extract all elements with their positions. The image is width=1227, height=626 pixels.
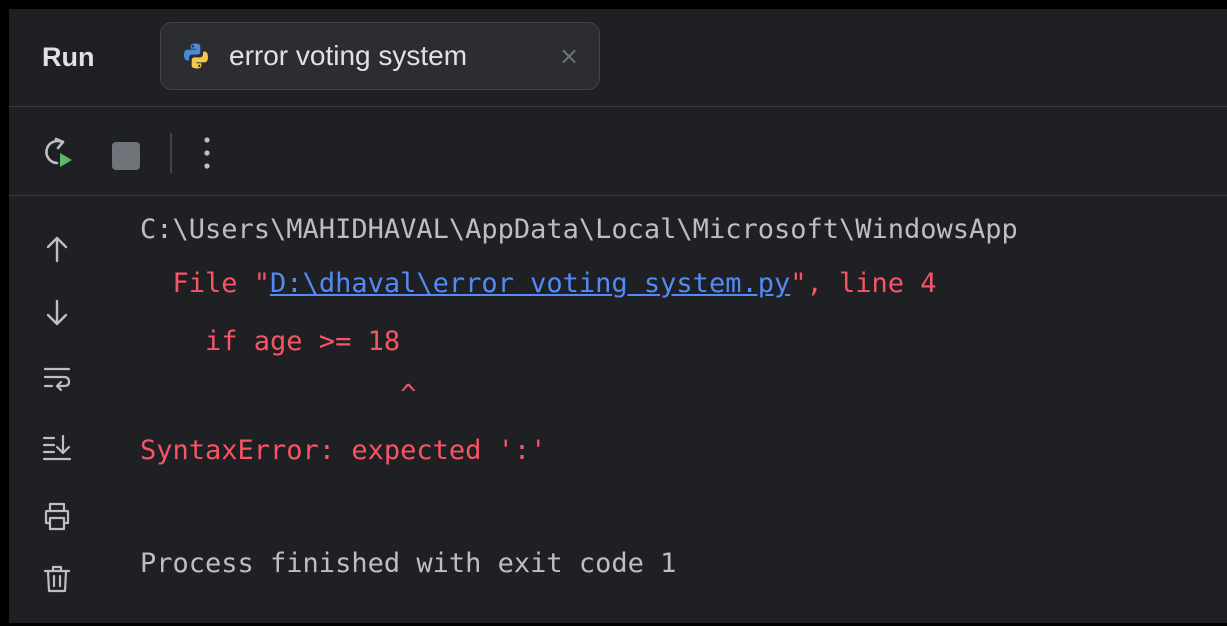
run-toolbar [9, 107, 1227, 196]
stop-icon[interactable] [112, 142, 140, 170]
console-output[interactable]: C:\Users\MAHIDHAVAL\AppData\Local\Micros… [140, 196, 1227, 623]
screenshot-frame: Run error voting system × C:\Users\MAHID… [0, 0, 1227, 626]
run-tool-window: Run error voting system × C:\Users\MAHID… [9, 9, 1227, 623]
python-icon [184, 43, 208, 69]
console-line-file: File "D:\dhaval\error voting system.py",… [140, 257, 937, 311]
toolbar-separator [170, 133, 172, 173]
run-title: Run [42, 42, 95, 72]
close-icon[interactable]: × [559, 40, 579, 72]
console-line-finished: Process finished with exit code 1 [140, 548, 677, 579]
trash-icon[interactable] [42, 564, 72, 594]
file-link[interactable]: D:\dhaval\error voting system.py [270, 268, 790, 299]
console-line-path: C:\Users\MAHIDHAVAL\AppData\Local\Micros… [140, 214, 1018, 245]
file-prefix: File " [140, 268, 271, 299]
tab-error-voting-system[interactable]: error voting system × [160, 22, 600, 90]
arrow-down-icon[interactable] [42, 298, 72, 328]
scroll-to-end-icon[interactable] [42, 432, 72, 462]
rerun-icon[interactable] [39, 135, 75, 171]
arrow-up-icon[interactable] [42, 234, 72, 264]
print-icon[interactable] [42, 501, 72, 531]
file-suffix: ", line 4 [790, 268, 937, 299]
run-header: Run error voting system × [9, 9, 1227, 107]
console-gutter [9, 196, 105, 623]
console-line-error: SyntaxError: expected ':' [140, 435, 547, 466]
soft-wrap-icon[interactable] [42, 363, 72, 393]
console-line-code: if age >= 18 [140, 326, 401, 357]
more-options-icon[interactable] [195, 131, 219, 175]
tab-label: error voting system [229, 40, 468, 71]
console-line-caret: ^ [140, 379, 417, 410]
